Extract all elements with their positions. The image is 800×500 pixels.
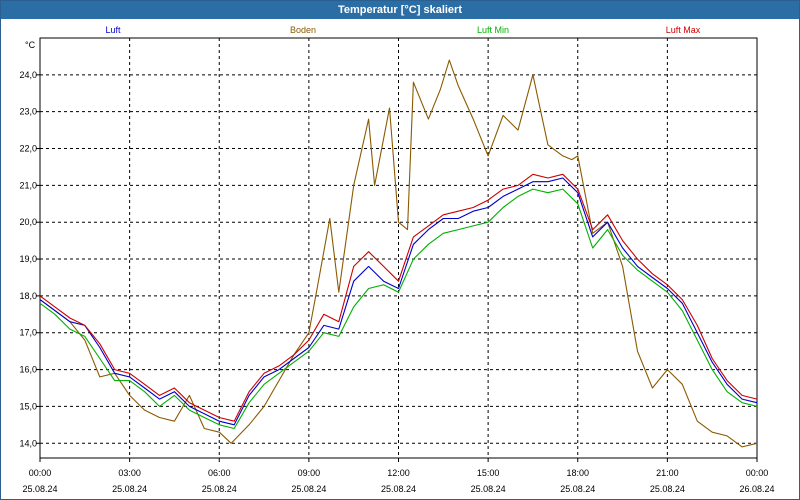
legend-entry-boden: Boden [290, 25, 316, 35]
x-tick-date: 25.08.24 [202, 484, 237, 494]
y-tick-label: 23,0 [19, 107, 37, 117]
x-tick-date: 26.08.24 [739, 484, 774, 494]
y-tick-label: 14,0 [19, 438, 37, 448]
y-tick-label: 15,0 [19, 401, 37, 411]
x-tick-date: 25.08.24 [112, 484, 147, 494]
axes [36, 37, 758, 462]
x-tick-date: 25.08.24 [22, 484, 57, 494]
x-tick-time: 18:00 [566, 468, 589, 478]
legend-entry-luft-min: Luft Min [477, 25, 509, 35]
y-tick-label: 22,0 [19, 144, 37, 154]
x-tick-time: 03:00 [118, 468, 141, 478]
tick-labels: 24,0 23,0 22,0 21,0 20,0 19,0 18,0 17,0 16,0 15,0… [19, 40, 774, 494]
x-tick-time: 06:00 [208, 468, 231, 478]
temperature-chart: 24,0 23,0 22,0 21,0 20,0 19,0 18,0 17,0 16,0 15,0… [19, 25, 774, 494]
y-axis-unit: °C [25, 40, 36, 50]
x-tick-time: 00:00 [746, 468, 769, 478]
x-tick-date: 25.08.24 [381, 484, 416, 494]
x-tick-date: 25.08.24 [291, 484, 326, 494]
y-tick-label: 24,0 [19, 70, 37, 80]
x-tick-date: 25.08.24 [560, 484, 595, 494]
y-tick-label: 20,0 [19, 217, 37, 227]
legend-entry-luft: Luft [105, 25, 121, 35]
x-tick-date: 25.08.24 [471, 484, 506, 494]
y-tick-label: 17,0 [19, 328, 37, 338]
legend: Luft Boden Luft Min Luft Max [105, 25, 700, 35]
legend-entry-luft-max: Luft Max [666, 25, 701, 35]
x-tick-time: 15:00 [477, 468, 500, 478]
y-tick-label: 21,0 [19, 180, 37, 190]
x-tick-time: 09:00 [298, 468, 321, 478]
y-tick-label: 19,0 [19, 254, 37, 264]
x-tick-time: 12:00 [387, 468, 410, 478]
x-tick-time: 00:00 [29, 468, 52, 478]
x-tick-time: 21:00 [656, 468, 679, 478]
x-tick-date: 25.08.24 [650, 484, 685, 494]
y-tick-label: 16,0 [19, 365, 37, 375]
y-tick-label: 18,0 [19, 291, 37, 301]
